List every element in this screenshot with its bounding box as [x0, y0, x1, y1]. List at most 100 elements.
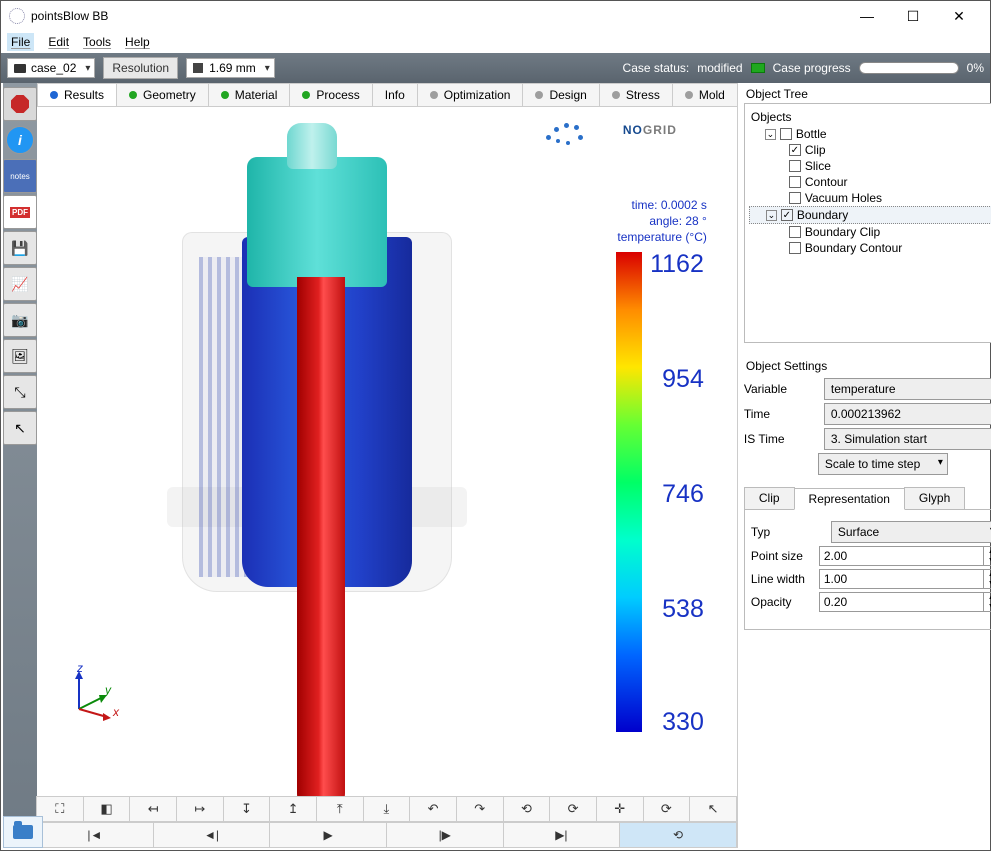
chevron-down-icon[interactable]: ⌄: [766, 210, 777, 221]
play-prev-button[interactable]: ◄|: [153, 822, 271, 848]
play-next-button[interactable]: |▶: [386, 822, 504, 848]
play-last-button[interactable]: ▶|: [503, 822, 621, 848]
plot-button[interactable]: 📈: [3, 267, 37, 301]
open-folder-button[interactable]: [3, 816, 43, 848]
istime-select[interactable]: 3. Simulation start: [824, 428, 991, 450]
play-play-button[interactable]: ▶: [269, 822, 387, 848]
pointsize-input[interactable]: [819, 546, 984, 566]
case-selector[interactable]: case_02: [7, 58, 95, 78]
tab-design[interactable]: Design: [522, 83, 599, 106]
checkbox[interactable]: ✓: [781, 209, 793, 221]
chevron-down-icon[interactable]: ⌄: [765, 129, 776, 140]
view-roll-left-button[interactable]: ⟲: [503, 796, 551, 822]
save-button[interactable]: 💾: [3, 231, 37, 265]
checkbox[interactable]: [789, 242, 801, 254]
view-reset-button[interactable]: ⟳: [643, 796, 691, 822]
tree-item-boundary[interactable]: ⌄✓Boundary: [749, 206, 991, 224]
view-center-button[interactable]: ✛: [596, 796, 644, 822]
checkbox[interactable]: [780, 128, 792, 140]
tree-item-clip[interactable]: ✓Clip: [749, 142, 991, 158]
object-settings-title: Object Settings: [744, 355, 991, 375]
play-first-button[interactable]: |◄: [36, 822, 154, 848]
colorbar-tick: 1162: [650, 250, 704, 279]
tree-item-contour[interactable]: Contour: [749, 174, 991, 190]
tree-item-vacuum-holes[interactable]: Vacuum Holes: [749, 190, 991, 206]
view-rotate-right-button[interactable]: ↷: [456, 796, 504, 822]
menu-file[interactable]: File: [7, 33, 34, 51]
tree-item-slice[interactable]: Slice: [749, 158, 991, 174]
linewidth-input[interactable]: [819, 569, 984, 589]
status-flag-icon: [751, 63, 765, 73]
view-rotate-left-button[interactable]: ↶: [409, 796, 457, 822]
up-arrow-icon[interactable]: ▲: [984, 570, 991, 579]
checkbox[interactable]: [789, 192, 801, 204]
down-arrow-icon[interactable]: ▼: [984, 556, 991, 565]
tab-mold[interactable]: Mold: [672, 83, 738, 106]
minimize-button[interactable]: —: [844, 1, 890, 31]
menu-tools[interactable]: Tools: [83, 35, 111, 49]
axes-button[interactable]: ⤡: [3, 375, 37, 409]
subtab-glyph[interactable]: Glyph: [904, 487, 965, 509]
info-button[interactable]: i: [6, 126, 34, 154]
variable-select[interactable]: temperature: [824, 378, 991, 400]
left-toolbar: i notes PDF 💾 📈 📷 🖼 ⤡ ↖: [3, 83, 37, 848]
checkbox[interactable]: [789, 226, 801, 238]
resolution-selector[interactable]: 1.69 mm: [186, 58, 275, 78]
down-arrow-icon[interactable]: ▼: [984, 602, 991, 611]
linewidth-spinner[interactable]: ▲▼: [819, 569, 991, 589]
tab-process[interactable]: Process: [289, 83, 372, 106]
maximize-button[interactable]: ☐: [890, 1, 936, 31]
colorbar-tick: 746: [662, 480, 704, 509]
tree-root: Objects: [749, 108, 991, 126]
checkbox[interactable]: ✓: [789, 144, 801, 156]
scale-select[interactable]: Scale to time step: [818, 453, 948, 475]
checkbox[interactable]: [789, 160, 801, 172]
tree-item-boundary-clip[interactable]: Boundary Clip: [749, 224, 991, 240]
view-roll-right-button[interactable]: ⟳: [549, 796, 597, 822]
tab-results[interactable]: Results: [37, 83, 117, 106]
dot-icon: [221, 91, 229, 99]
view-zneg-button[interactable]: ⤒: [316, 796, 364, 822]
tab-optimization[interactable]: Optimization: [417, 83, 524, 106]
snapshot2-button[interactable]: 🖼: [3, 339, 37, 373]
view-fit-button[interactable]: ⛶: [36, 796, 84, 822]
notes-button[interactable]: notes: [3, 159, 37, 193]
pdf-button[interactable]: PDF: [3, 195, 37, 229]
view-ypos-button[interactable]: ↥: [269, 796, 317, 822]
up-arrow-icon[interactable]: ▲: [984, 593, 991, 602]
snapshot-button[interactable]: 📷: [3, 303, 37, 337]
view-cursor-button[interactable]: ↖: [689, 796, 737, 822]
view-yneg-button[interactable]: ↧: [223, 796, 271, 822]
close-button[interactable]: ✕: [936, 1, 982, 31]
viewport-3d[interactable]: NOGRID time: 0.0002 s angle: 28 ° temper…: [37, 107, 737, 796]
checkbox[interactable]: [789, 176, 801, 188]
play-loop-button[interactable]: ⟲: [619, 822, 737, 848]
menu-edit[interactable]: Edit: [48, 35, 69, 49]
pointsize-spinner[interactable]: ▲▼: [819, 546, 991, 566]
tab-stress[interactable]: Stress: [599, 83, 673, 106]
resolution-value: 1.69 mm: [209, 61, 256, 75]
opacity-spinner[interactable]: ▲▼: [819, 592, 991, 612]
object-tree[interactable]: Objects ⌄Bottle ✓Clip Slice Contour Vacu…: [744, 103, 991, 343]
time-select[interactable]: 0.000213962: [824, 403, 991, 425]
view-xneg-button[interactable]: ↤: [129, 796, 177, 822]
opacity-input[interactable]: [819, 592, 984, 612]
tree-item-boundary-contour[interactable]: Boundary Contour: [749, 240, 991, 256]
case-status-label: Case status:: [623, 61, 690, 75]
menu-help[interactable]: Help: [125, 35, 150, 49]
down-arrow-icon[interactable]: ▼: [984, 579, 991, 588]
pick-button[interactable]: ↖: [3, 411, 37, 445]
tab-material[interactable]: Material: [208, 83, 291, 106]
tab-geometry[interactable]: Geometry: [116, 83, 209, 106]
tree-item-bottle[interactable]: ⌄Bottle: [749, 126, 991, 142]
subtab-clip[interactable]: Clip: [744, 487, 795, 509]
logo-dots-icon: [542, 117, 582, 145]
stop-button[interactable]: [3, 87, 37, 121]
up-arrow-icon[interactable]: ▲: [984, 547, 991, 556]
subtab-representation[interactable]: Representation: [794, 488, 905, 510]
view-iso-button[interactable]: ◧: [83, 796, 131, 822]
tab-info[interactable]: Info: [372, 83, 418, 106]
typ-select[interactable]: Surface: [831, 521, 991, 543]
view-zpos-button[interactable]: ⤓: [363, 796, 411, 822]
view-xpos-button[interactable]: ↦: [176, 796, 224, 822]
